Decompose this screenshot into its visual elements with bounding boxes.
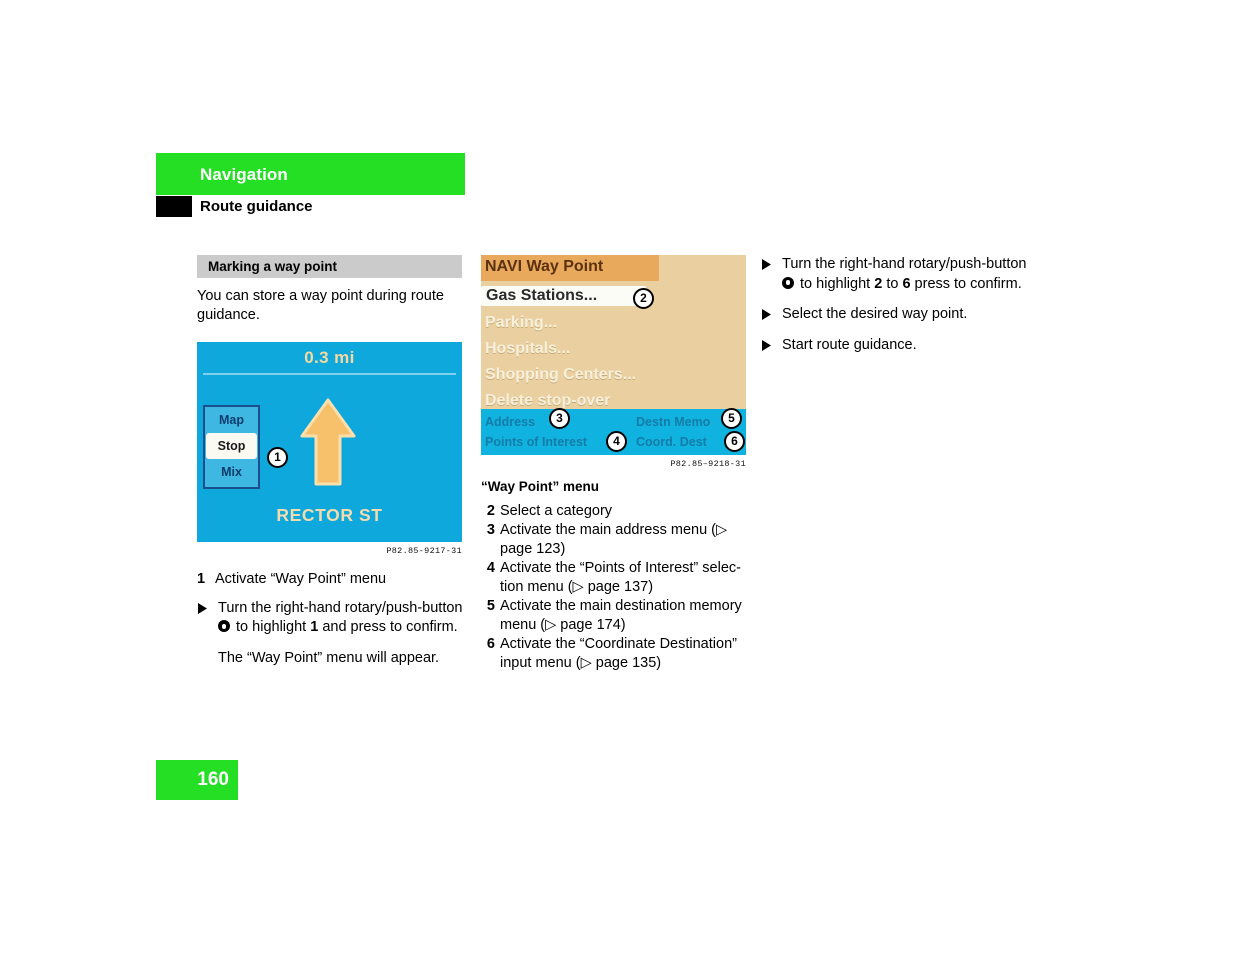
right-bullet-line-2-bold-1: 2 (874, 275, 883, 292)
right-bullet-line-1: Turn the right-hand rotary/push-button (782, 256, 1027, 272)
legend-item-2: 2 Select a category (481, 502, 753, 521)
waypoint-item-gas-stations: Gas Stations... (481, 286, 646, 306)
bullet-turn-knob-body: Turn the right-hand rotary/push-button t… (218, 599, 469, 638)
figure-part-number-2: P82.85–9218-31 (670, 459, 746, 469)
waypoint-footer-destn-memo: Destn Memo (636, 415, 711, 429)
rotary-push-button-icon (218, 620, 230, 633)
bullet-select-way-point-text: Select the desired way point. (782, 306, 968, 323)
right-bullet-line-2-post: press to confirm. (914, 275, 1022, 292)
bullet-line-1: Turn the right-hand rotary/push-button (218, 599, 463, 616)
legend-list: 2 Select a category 3 Activate the main … (481, 502, 753, 673)
section-bar: Route guidance (156, 196, 465, 220)
bullet-select-way-point-row: Select the desired way point. (761, 305, 1033, 325)
legend-item-3: 3 Activate the main address menu (▷ page… (481, 521, 753, 559)
waypoint-menu-title: NAVI Way Point (485, 258, 604, 275)
subhead-marking-a-way-point: Marking a way point (197, 255, 462, 278)
waypoint-item-parking: Parking... (485, 314, 558, 331)
bullet-start-route-guidance-row: Start route guidance. (761, 336, 1033, 356)
waypoint-item-shopping-centers: Shopping Centers... (485, 366, 637, 383)
step-1-row: 1 Activate “Way Point” menu (197, 570, 469, 589)
display-button-stop: Stop (206, 432, 257, 459)
intro-paragraph: You can store a way point during route g… (197, 288, 444, 324)
triangle-bullet-icon (761, 255, 782, 294)
step-1-text: Activate “Way Point” menu (215, 570, 387, 587)
right-bullet-line-2-mid: to (886, 275, 899, 292)
bullet-turn-knob-body-right: Turn the right-hand rotary/push-button t… (782, 255, 1033, 294)
section-title: Route guidance (200, 198, 313, 215)
rotary-push-button-icon (782, 276, 794, 289)
waypoint-item-delete-stop-over: Delete stop-over (485, 392, 611, 409)
chapter-header-band: Navigation (156, 153, 465, 195)
callout-5: 5 (721, 408, 742, 429)
legend-item-4: 4 Activate the “Points of Interest” sele… (481, 559, 753, 597)
page-number-box: 160 (156, 760, 238, 800)
legend-item-6: 6 Activate the “Coordinate Destination” … (481, 635, 753, 673)
straight-ahead-arrow-icon (299, 398, 357, 488)
legend-number-4: 4 (486, 559, 495, 576)
legend-number-5: 5 (486, 597, 495, 614)
legend-item-5: 5 Activate the main destination memory m… (481, 597, 753, 635)
callout-6: 6 (724, 431, 745, 452)
legend-text-5: Activate the main destination memory men… (500, 597, 742, 633)
display-street-name: RECTOR ST (276, 504, 383, 525)
legend-text-3: Activate the main address menu (▷ page 1… (500, 521, 728, 557)
waypoint-menu-header: NAVI Way Point (481, 255, 659, 281)
figure-caption-way-point-menu: “Way Point” menu (481, 479, 600, 494)
middle-column: NAVI Way Point Gas Stations... Parking..… (481, 255, 753, 673)
callout-3: 3 (549, 408, 570, 429)
right-column: Turn the right-hand rotary/push-button t… (761, 255, 1033, 366)
bullet-start-route-guidance-text: Start route guidance. (782, 336, 917, 353)
callout-4: 4 (606, 431, 627, 452)
legend-text-4: Activate the “Points of Interest” selec-… (500, 559, 741, 595)
step-1-number: 1 (197, 570, 206, 587)
display-divider (203, 372, 456, 375)
bullet-line-2-post: and press to confirm. (322, 619, 458, 636)
waypoint-footer-address: Address (485, 415, 536, 429)
bullet-turn-knob-row: Turn the right-hand rotary/push-button t… (197, 599, 469, 638)
legend-text-6: Activate the “Coordinate Destination” in… (500, 635, 737, 671)
legend-number-3: 3 (486, 521, 495, 538)
waypoint-item-hospitals: Hospitals... (485, 340, 571, 357)
result-text: The “Way Point” menu will appear. (218, 649, 440, 666)
bullet-turn-knob-row-right: Turn the right-hand rotary/push-button t… (761, 255, 1033, 294)
figure-route-guidance-display: 0.3 mi Map Stop Mix RECTOR ST 1 (197, 341, 462, 542)
display-distance: 0.3 mi (304, 347, 355, 367)
figure-way-point-menu: NAVI Way Point Gas Stations... Parking..… (481, 255, 746, 455)
display-button-map: Map (219, 412, 244, 427)
section-color-swatch (156, 196, 192, 217)
display-button-mix: Mix (221, 464, 242, 479)
page-number: 160 (197, 769, 229, 790)
waypoint-footer-points-of-interest: Points of Interest (485, 435, 588, 449)
triangle-bullet-icon (197, 599, 218, 638)
bullet-line-2-bold: 1 (310, 619, 319, 636)
callout-1: 1 (267, 446, 288, 468)
right-bullet-line-2-bold-2: 6 (902, 275, 911, 292)
figure-part-number-1: P82.85-9217-31 (386, 545, 462, 556)
bullet-line-2-pre: to highlight (236, 619, 307, 636)
triangle-bullet-icon (761, 336, 782, 356)
legend-text-2: Select a category (500, 503, 613, 519)
display-button-panel: Map Stop Mix (203, 404, 260, 489)
right-bullet-line-2-pre: to highlight (800, 275, 871, 292)
triangle-bullet-icon (761, 305, 782, 325)
waypoint-footer-coord-dest: Coord. Dest (636, 435, 707, 449)
legend-number-2: 2 (486, 503, 495, 519)
callout-2: 2 (633, 288, 654, 309)
legend-number-6: 6 (486, 635, 495, 652)
chapter-title: Navigation (200, 165, 288, 184)
left-column: Marking a way point You can store a way … (197, 255, 469, 678)
